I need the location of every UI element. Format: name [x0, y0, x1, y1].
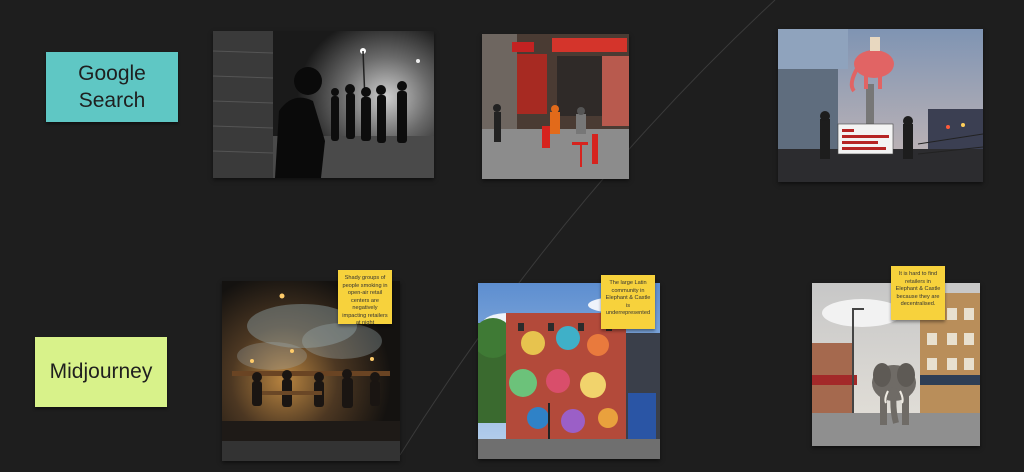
elephant-street-sticky-note[interactable]: It is hard to find retailers in Elephant…	[891, 266, 945, 320]
midjourney-label-note[interactable]: Midjourney	[35, 337, 167, 407]
midjourney-label: Midjourney	[49, 360, 153, 384]
mural-building-note-text: The large Latin community in Elephant & …	[605, 280, 651, 317]
google-search-label: Google Search	[78, 61, 146, 112]
cafe-storefront-photo[interactable]	[482, 34, 629, 179]
smoky-market-note-text: Shady groups of people smoking in open-a…	[342, 275, 388, 327]
smoky-market-sticky-note[interactable]: Shady groups of people smoking in open-a…	[338, 270, 392, 326]
elephant-street-note-text: It is hard to find retailers in Elephant…	[895, 271, 941, 308]
protest-elephant-photo[interactable]	[778, 29, 983, 182]
mural-building-sticky-note[interactable]: The large Latin community in Elephant & …	[601, 275, 655, 329]
whiteboard-canvas[interactable]: Google Search Midjourney Shady groups of…	[0, 0, 1024, 472]
night-street-photo[interactable]	[213, 31, 434, 178]
google-search-label-note[interactable]: Google Search	[46, 52, 178, 122]
